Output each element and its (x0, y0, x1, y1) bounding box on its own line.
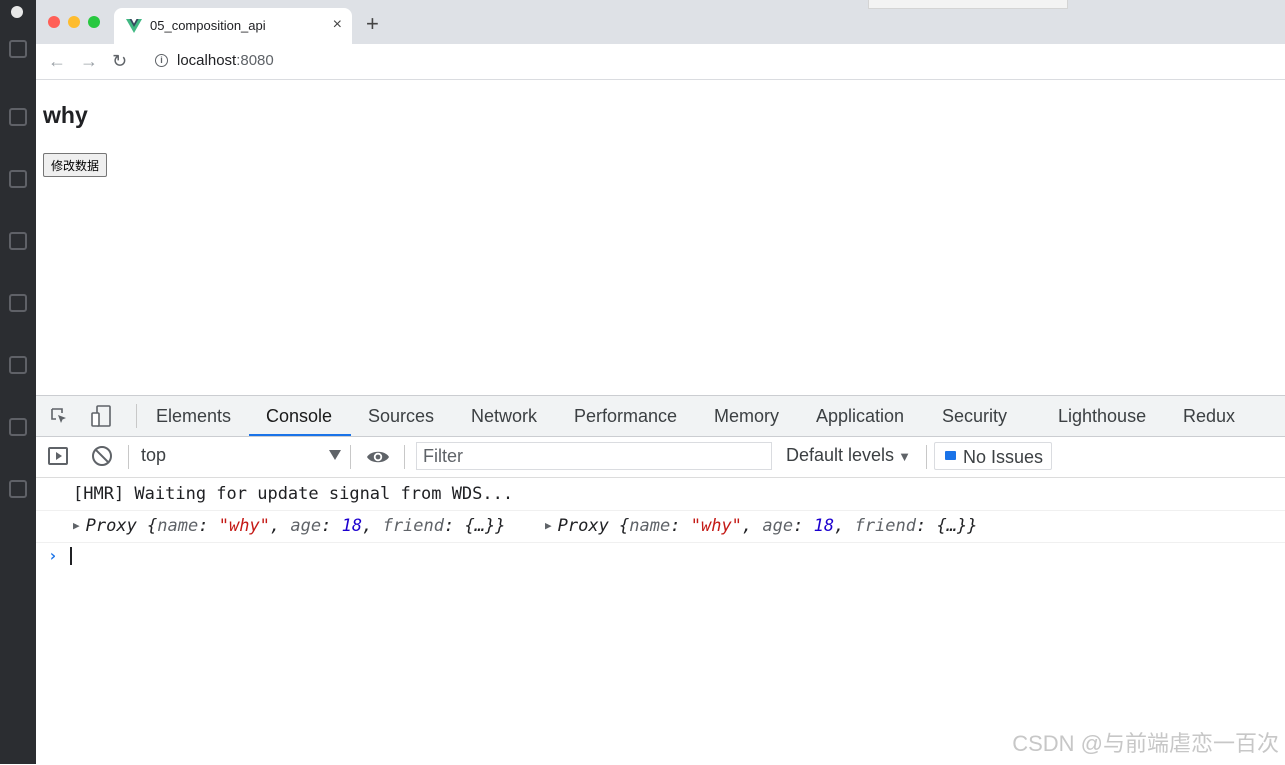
devtools-tab-bar: Elements Console Sources Network Perform… (36, 396, 1285, 437)
context-value: top (141, 445, 167, 465)
tab-strip: 05_composition_api × + (36, 0, 1285, 44)
watermark: CSDN @与前端虐恋一百次 (1012, 731, 1279, 756)
tab-redux[interactable]: Redux (1183, 406, 1235, 427)
database-icon[interactable] (9, 480, 27, 498)
device-toggle-icon[interactable] (90, 405, 112, 427)
caret-down-icon: ▼ (898, 449, 911, 464)
issue-message-icon (945, 451, 956, 460)
object-label: Proxy (557, 516, 609, 536)
prop-value: "why" (218, 516, 270, 536)
host-editor-strip (0, 0, 36, 764)
prop-key: name (629, 516, 671, 536)
extensions-icon[interactable] (9, 294, 27, 312)
console-toolbar: top Default levels▼ No Issues (36, 437, 1285, 478)
site-info-icon[interactable]: i (155, 54, 168, 67)
divider (350, 445, 351, 469)
proxy-object[interactable]: ▶ Proxy {name: "why", age: 18, friend: {…… (73, 510, 505, 544)
devtools-panel: Elements Console Sources Network Perform… (36, 395, 1285, 765)
panel-icon[interactable] (9, 418, 27, 436)
eye-icon[interactable] (366, 449, 390, 465)
back-button[interactable]: ← (48, 50, 66, 72)
tab-application[interactable]: Application (816, 406, 904, 427)
prop-key: friend (854, 516, 916, 536)
tab-memory[interactable]: Memory (714, 406, 779, 427)
issues-label: No Issues (963, 447, 1044, 467)
tab-elements[interactable]: Elements (156, 406, 231, 427)
clear-console-icon[interactable] (92, 446, 112, 466)
new-tab-button[interactable]: + (366, 12, 379, 36)
browser-window: 05_composition_api × + ← → ↻ i localhost… (36, 0, 1285, 765)
divider (136, 404, 137, 428)
remote-icon[interactable] (9, 356, 27, 374)
tab-performance[interactable]: Performance (574, 406, 677, 427)
proxy-object[interactable]: ▶ Proxy {name: "why", age: 18, friend: {…… (545, 510, 977, 544)
browser-tab[interactable]: 05_composition_api × (114, 8, 352, 44)
tab-title: 05_composition_api (150, 18, 266, 33)
chevron-down-icon (329, 450, 341, 460)
prop-key: name (157, 516, 199, 536)
prop-value: "why" (690, 516, 742, 536)
inspect-element-icon[interactable] (50, 407, 68, 425)
browser-toolbar: ← → ↻ i localhost:8080 (36, 44, 1285, 80)
log-levels-dropdown[interactable]: Default levels ▼ (786, 445, 911, 466)
console-input-cursor[interactable] (70, 547, 72, 565)
tab-lighthouse[interactable]: Lighthouse (1058, 406, 1146, 427)
tab-network[interactable]: Network (471, 406, 537, 427)
explorer-icon[interactable] (9, 40, 27, 58)
host-status-dot (11, 6, 23, 18)
active-tab-indicator (249, 434, 351, 436)
overlay-window-edge (868, 0, 1068, 9)
prop-value: 18 (341, 516, 363, 536)
modify-data-button[interactable]: 修改数据 (43, 153, 108, 177)
url-host: localhost (177, 52, 237, 69)
prop-key: age (290, 516, 322, 536)
prop-key: friend (382, 516, 444, 536)
maximize-window-button[interactable] (88, 16, 100, 28)
console-prompt-icon: › (48, 546, 58, 565)
close-window-button[interactable] (48, 16, 60, 28)
console-message: [HMR] Waiting for update signal from WDS… (36, 478, 1285, 511)
object-label: Proxy (85, 516, 137, 536)
prop-value: {…} (464, 516, 496, 536)
expand-triangle-icon[interactable]: ▶ (545, 519, 552, 532)
context-selector[interactable]: top (141, 445, 341, 469)
debug-icon[interactable] (9, 232, 27, 250)
source-control-icon[interactable] (9, 170, 27, 188)
tab-sources[interactable]: Sources (368, 406, 434, 427)
log-levels-label: Default levels (786, 445, 895, 465)
console-message: ▶ Proxy {name: "why", age: 18, friend: {…… (36, 510, 1285, 543)
address-bar[interactable]: localhost:8080 (177, 52, 274, 69)
vue-logo-icon (126, 19, 142, 33)
reload-button[interactable]: ↻ (112, 50, 127, 72)
forward-button[interactable]: → (80, 50, 98, 72)
minimize-window-button[interactable] (68, 16, 80, 28)
divider (926, 445, 927, 469)
prop-value: {…} (936, 516, 968, 536)
prop-value: 18 (813, 516, 835, 536)
prop-key: age (762, 516, 794, 536)
divider (404, 445, 405, 469)
expand-triangle-icon[interactable]: ▶ (73, 519, 80, 532)
filter-input[interactable] (416, 442, 772, 470)
console-message-text: [HMR] Waiting for update signal from WDS… (73, 484, 514, 504)
divider (128, 445, 129, 469)
url-port: :8080 (236, 52, 274, 69)
tab-console[interactable]: Console (266, 406, 332, 427)
search-icon[interactable] (9, 108, 27, 126)
page-heading: why (43, 102, 88, 128)
show-sidebar-icon[interactable] (48, 447, 68, 465)
issues-button[interactable]: No Issues (934, 442, 1052, 470)
tab-close-icon[interactable]: × (333, 16, 342, 34)
tab-security[interactable]: Security (942, 406, 1007, 427)
